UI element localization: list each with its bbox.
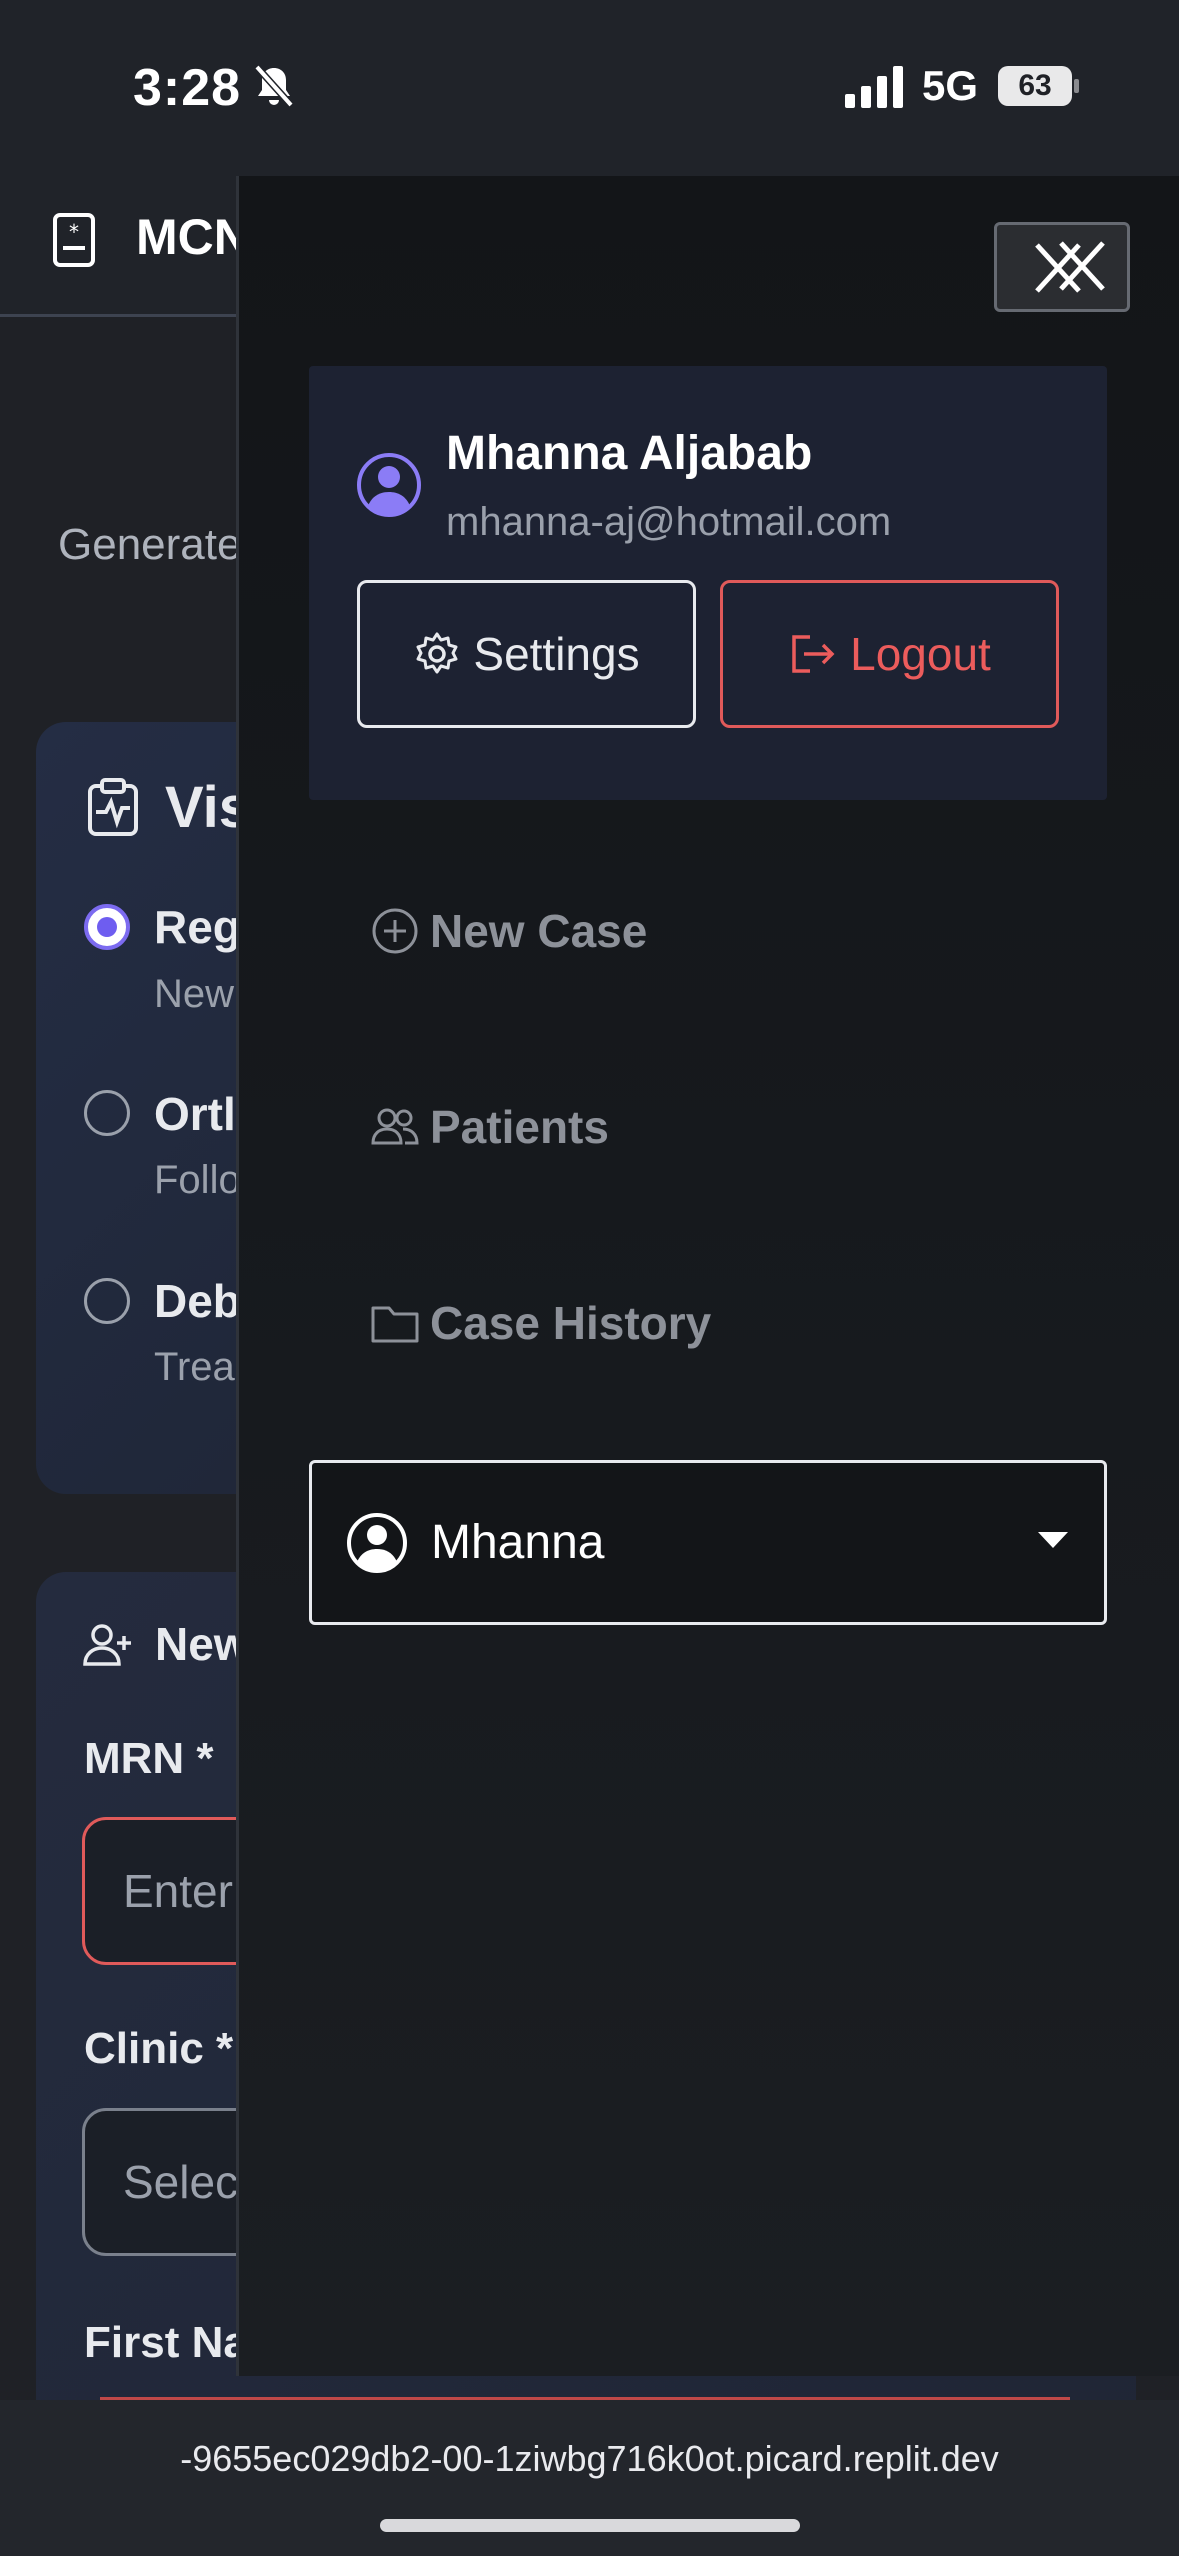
folder-icon (371, 1306, 419, 1343)
visit-option-subtitle: Trea (154, 1345, 235, 1389)
user-name: Mhanna Aljabab (446, 427, 813, 480)
nav-label: Patients (430, 1101, 609, 1153)
network-type: 5G (922, 62, 979, 109)
mrn-placeholder: Enter (123, 1865, 233, 1917)
visit-option-subtitle: Follo (154, 1158, 241, 1202)
user-email: mhanna-aj@hotmail.com (446, 500, 892, 544)
logout-icon (792, 635, 835, 673)
url-text[interactable]: -9655ec029db2-00-1ziwbg716k0ot.picard.re… (0, 2438, 1179, 2480)
visit-option-radio-2[interactable] (84, 1090, 130, 1136)
user-circle-icon (347, 1513, 407, 1573)
mrn-label: MRN * (84, 1734, 214, 1783)
visit-option-subtitle: New (154, 972, 235, 1016)
bell-muted-icon (254, 64, 294, 108)
status-time: 3:28 (133, 59, 242, 117)
nav-label: New Case (430, 905, 648, 957)
first-name-label: First Na (84, 2318, 248, 2367)
home-indicator[interactable] (380, 2519, 800, 2532)
visit-option-title: Reg (154, 901, 241, 953)
logout-label: Logout (850, 628, 991, 680)
nav-item-patients[interactable]: Patients (370, 1100, 609, 1154)
visit-option-radio-3[interactable] (84, 1278, 130, 1324)
gear-icon (416, 632, 458, 674)
chevron-down-icon (1038, 1532, 1068, 1548)
plus-circle-icon (372, 908, 418, 954)
app-title: MCN (136, 209, 250, 265)
visit-option-title: Deb (154, 1275, 241, 1327)
battery-level: 63 (1018, 69, 1052, 102)
users-icon (371, 1108, 419, 1145)
clinic-label: Clinic * (84, 2024, 234, 2073)
visit-option-title: Ortl (154, 1088, 236, 1140)
nav-item-new-case[interactable]: New Case (370, 904, 647, 958)
avatar-icon (357, 453, 421, 517)
settings-label: Settings (473, 628, 640, 680)
clipboard-pulse-icon (88, 778, 138, 836)
document-icon: * (53, 213, 95, 267)
logout-button[interactable]: Logout (720, 580, 1059, 728)
battery-icon: 63 (998, 66, 1079, 106)
close-icon (1035, 241, 1105, 293)
page-subtitle: Generate (58, 520, 242, 569)
settings-button[interactable]: Settings (357, 580, 696, 728)
nav-item-case-history[interactable]: Case History (370, 1296, 711, 1350)
close-drawer-button[interactable] (994, 222, 1130, 312)
signal-icon (845, 66, 903, 108)
nav-label: Case History (430, 1297, 712, 1349)
visit-option-radio-1[interactable] (84, 904, 130, 950)
add-user-icon (83, 1624, 131, 1666)
clinic-placeholder: Selec (123, 2156, 239, 2208)
profile-select-value: Mhanna (431, 1516, 605, 1569)
svg-text:*: * (69, 220, 79, 244)
profile-select[interactable] (309, 1460, 1107, 1625)
